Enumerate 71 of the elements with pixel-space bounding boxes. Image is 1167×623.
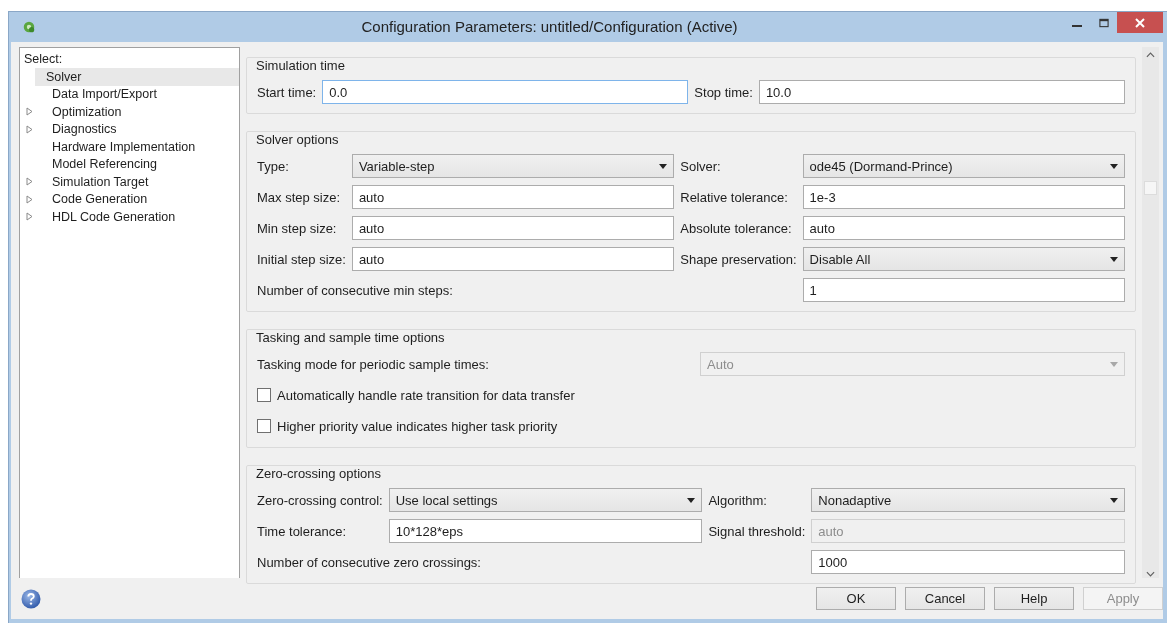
minimize-icon [1071, 25, 1082, 27]
dropdown[interactable]: ode45 (Dormand-Prince) [802, 154, 1125, 178]
field-label: Signal threshold: [708, 523, 806, 539]
dialog-button[interactable]: Help [994, 587, 1074, 610]
caret-icon [1110, 256, 1118, 262]
field-label: Max step size: [257, 189, 342, 205]
caret-icon [1110, 361, 1118, 367]
dropdown[interactable]: Nonadaptive [811, 488, 1125, 512]
text-field[interactable]: 10.0 [758, 80, 1125, 104]
dropdown[interactable]: Disable All [802, 247, 1125, 271]
text-field[interactable]: 10*128*eps [388, 519, 703, 543]
close-button[interactable] [1117, 12, 1163, 33]
gear-icon [22, 20, 36, 34]
expand-arrow-icon[interactable] [26, 107, 33, 117]
dropdown[interactable]: Variable-step [351, 154, 675, 178]
expand-arrow-icon[interactable] [26, 177, 33, 187]
text-field[interactable]: 1000 [811, 550, 1125, 574]
text-field[interactable]: auto [351, 216, 675, 240]
tree-item[interactable]: Optimization [20, 103, 239, 121]
tree-item[interactable]: Simulation Target [20, 173, 239, 191]
help-icon[interactable] [21, 588, 41, 609]
field-label: Initial step size: [257, 251, 346, 267]
group-title: Zero-crossing options [253, 466, 384, 482]
field-label: Number of consecutive min steps: [257, 281, 454, 300]
field-label: Type: [257, 158, 290, 174]
tree-item[interactable]: Diagnostics [20, 120, 239, 138]
scroll-up-icon[interactable] [1146, 52, 1155, 58]
text-field[interactable]: auto [802, 216, 1125, 240]
field-label: Solver: [680, 158, 722, 174]
text-field[interactable]: 1e-3 [802, 185, 1125, 209]
tree-item[interactable]: Data Import/Export [20, 85, 239, 103]
field-label: Algorithm: [708, 492, 768, 508]
text-field[interactable]: auto [351, 247, 675, 271]
field-label: Stop time: [694, 84, 753, 100]
field-label: Time tolerance: [257, 523, 348, 539]
checkbox[interactable] [257, 419, 271, 433]
tree-item[interactable]: Model Referencing [20, 155, 239, 173]
close-icon [1135, 17, 1145, 28]
tree-item[interactable]: HDL Code Generation [20, 208, 239, 226]
field-label: Start time: [257, 84, 317, 100]
scrollbar-thumb[interactable] [1144, 181, 1157, 195]
field-label: Zero-crossing control: [257, 492, 383, 508]
field-label: Absolute tolerance: [680, 220, 793, 236]
dialog-button[interactable]: OK [816, 587, 896, 610]
text-field[interactable]: 0.0 [322, 80, 689, 104]
expand-arrow-icon[interactable] [26, 212, 33, 222]
dialog-button[interactable]: Cancel [905, 587, 985, 610]
checkbox-label[interactable]: Automatically handle rate transition for data transfer [277, 387, 575, 403]
caret-icon [687, 497, 696, 503]
field-label: Min step size: [257, 220, 338, 236]
text-field[interactable]: auto [351, 185, 675, 209]
tree-item[interactable]: Code Generation [20, 190, 239, 208]
checkbox[interactable] [257, 388, 271, 402]
tree-header: Select: [23, 51, 64, 68]
caret-icon [659, 163, 668, 169]
caret-icon [1110, 163, 1118, 169]
text-field[interactable]: 1 [802, 278, 1125, 302]
checkbox-label[interactable]: Higher priority value indicates higher task priority [277, 418, 558, 434]
field-label: Relative tolerance: [680, 189, 789, 205]
window-title: Configuration Parameters: untitled/Configuration (Active) [360, 17, 739, 35]
field-label: Tasking mode for periodic sample times: [257, 355, 490, 374]
tree-item[interactable]: Solver [35, 68, 239, 86]
field-label: Number of consecutive zero crossings: [257, 553, 482, 572]
scroll-down-icon[interactable] [1146, 571, 1155, 577]
maximize-icon [1098, 17, 1109, 28]
caret-icon [1110, 497, 1118, 503]
dropdown[interactable]: Use local settings [388, 488, 703, 512]
tree-item[interactable]: Hardware Implementation [20, 138, 239, 156]
expand-arrow-icon[interactable] [26, 194, 33, 204]
expand-arrow-icon[interactable] [26, 124, 33, 134]
field-label: Shape preservation: [680, 251, 797, 267]
